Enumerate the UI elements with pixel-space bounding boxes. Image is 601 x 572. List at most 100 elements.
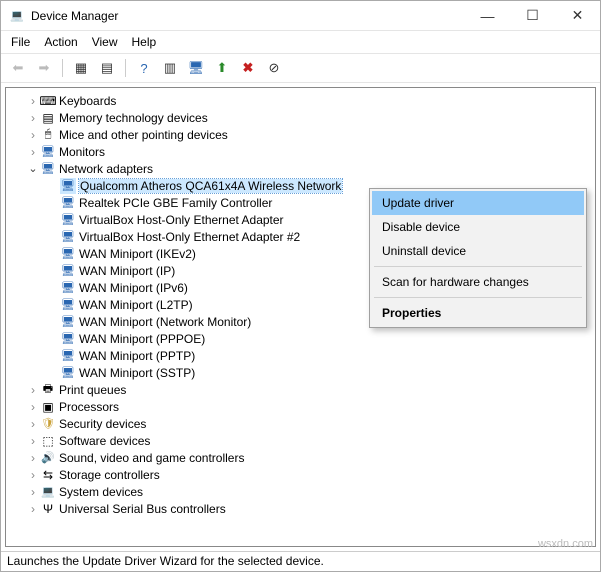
context-item-label: Uninstall device xyxy=(382,244,466,258)
usb-icon xyxy=(40,501,56,517)
status-text: Launches the Update Driver Wizard for th… xyxy=(7,554,324,568)
expand-icon[interactable] xyxy=(26,383,40,397)
network-adapter-icon xyxy=(60,178,76,194)
tree-label: Storage controllers xyxy=(59,468,160,482)
tree-label: WAN Miniport (SSTP) xyxy=(79,366,195,380)
network-icon xyxy=(40,161,56,177)
expand-icon[interactable] xyxy=(26,434,40,448)
network-adapter-icon xyxy=(60,229,76,245)
tree-category-network-adapters[interactable]: Network adapters xyxy=(6,160,595,177)
list-icon: ▤ xyxy=(101,60,113,76)
security-icon xyxy=(40,416,56,432)
tree-category-print-queues[interactable]: Print queues xyxy=(6,381,595,398)
tree-category-memory[interactable]: Memory technology devices xyxy=(6,109,595,126)
context-update-driver[interactable]: Update driver xyxy=(372,191,584,215)
collapse-icon[interactable] xyxy=(26,162,40,175)
tree-label: Monitors xyxy=(59,145,105,159)
scan-hardware-button[interactable]: 🖥 xyxy=(185,57,207,79)
view-button[interactable]: ▤ xyxy=(96,57,118,79)
mouse-icon xyxy=(40,127,56,143)
printer-icon xyxy=(40,382,56,398)
processor-icon xyxy=(40,399,56,415)
context-scan-hardware[interactable]: Scan for hardware changes xyxy=(372,270,584,294)
device-tree[interactable]: Keyboards Memory technology devices Mice… xyxy=(5,87,596,547)
uninstall-button[interactable]: ✖ xyxy=(237,57,259,79)
network-adapter-icon xyxy=(60,195,76,211)
expand-icon[interactable] xyxy=(26,111,40,125)
context-properties[interactable]: Properties xyxy=(372,301,584,325)
expand-icon[interactable] xyxy=(26,502,40,516)
tree-category-storage[interactable]: Storage controllers xyxy=(6,466,595,483)
expand-icon[interactable] xyxy=(26,485,40,499)
tree-label: Memory technology devices xyxy=(59,111,208,125)
memory-icon xyxy=(40,110,56,126)
help-icon: ? xyxy=(140,61,147,76)
menu-view[interactable]: View xyxy=(92,35,118,49)
forward-icon: ➡ xyxy=(39,60,50,76)
tree-label: WAN Miniport (L2TP) xyxy=(79,298,193,312)
tree-label: Realtek PCIe GBE Family Controller xyxy=(79,196,272,210)
tree-category-sound[interactable]: Sound, video and game controllers xyxy=(6,449,595,466)
tree-category-monitors[interactable]: Monitors xyxy=(6,143,595,160)
tree-label: Software devices xyxy=(59,434,150,448)
statusbar: Launches the Update Driver Wizard for th… xyxy=(1,551,600,571)
minimize-button[interactable]: — xyxy=(465,1,510,30)
disable-button[interactable]: ⊘ xyxy=(263,57,285,79)
software-icon xyxy=(40,433,56,449)
network-adapter-icon xyxy=(60,246,76,262)
context-menu: Update driver Disable device Uninstall d… xyxy=(369,188,587,328)
tree-category-software[interactable]: Software devices xyxy=(6,432,595,449)
tree-label: Network adapters xyxy=(59,162,153,176)
toolbar-separator xyxy=(125,59,126,77)
system-icon xyxy=(40,484,56,500)
app-icon xyxy=(9,8,25,24)
tree-category-keyboards[interactable]: Keyboards xyxy=(6,92,595,109)
tree-label: WAN Miniport (IKEv2) xyxy=(79,247,196,261)
tree-category-usb[interactable]: Universal Serial Bus controllers xyxy=(6,500,595,517)
menu-file[interactable]: File xyxy=(11,35,30,49)
show-hidden-button[interactable]: ▦ xyxy=(70,57,92,79)
properties-icon: ▥ xyxy=(164,60,176,76)
back-button[interactable]: ⬅ xyxy=(7,57,29,79)
disable-icon: ⊘ xyxy=(269,60,280,76)
menu-help[interactable]: Help xyxy=(132,35,157,49)
expand-icon[interactable] xyxy=(26,451,40,465)
tree-category-processors[interactable]: Processors xyxy=(6,398,595,415)
menubar: File Action View Help xyxy=(1,31,600,53)
tree-device-wan-sstp[interactable]: WAN Miniport (SSTP) xyxy=(6,364,595,381)
expand-icon[interactable] xyxy=(26,468,40,482)
tree-label: WAN Miniport (PPTP) xyxy=(79,349,195,363)
context-item-label: Update driver xyxy=(382,196,454,210)
expand-icon[interactable] xyxy=(26,400,40,414)
network-adapter-icon xyxy=(60,331,76,347)
context-separator xyxy=(374,266,582,267)
expand-icon[interactable] xyxy=(26,94,40,108)
tree-label: Keyboards xyxy=(59,94,116,108)
context-disable-device[interactable]: Disable device xyxy=(372,215,584,239)
network-adapter-icon xyxy=(60,280,76,296)
context-uninstall-device[interactable]: Uninstall device xyxy=(372,239,584,263)
keyboard-icon xyxy=(40,93,56,109)
delete-icon: ✖ xyxy=(243,60,254,76)
context-item-label: Scan for hardware changes xyxy=(382,275,529,289)
forward-button[interactable]: ➡ xyxy=(33,57,55,79)
update-driver-button[interactable]: ⬆ xyxy=(211,57,233,79)
network-adapter-icon xyxy=(60,297,76,313)
network-adapter-icon xyxy=(60,314,76,330)
close-button[interactable]: ✕ xyxy=(555,1,600,30)
tree-category-security[interactable]: Security devices xyxy=(6,415,595,432)
properties-button[interactable]: ▥ xyxy=(159,57,181,79)
help-button[interactable]: ? xyxy=(133,57,155,79)
expand-icon[interactable] xyxy=(26,145,40,159)
expand-icon[interactable] xyxy=(26,128,40,142)
tree-category-mice[interactable]: Mice and other pointing devices xyxy=(6,126,595,143)
network-adapter-icon xyxy=(60,212,76,228)
network-adapter-icon xyxy=(60,348,76,364)
tree-label: WAN Miniport (PPPOE) xyxy=(79,332,205,346)
tree-device-wan-pptp[interactable]: WAN Miniport (PPTP) xyxy=(6,347,595,364)
maximize-button[interactable]: ☐ xyxy=(510,1,555,30)
expand-icon[interactable] xyxy=(26,417,40,431)
menu-action[interactable]: Action xyxy=(44,35,77,49)
tree-category-system[interactable]: System devices xyxy=(6,483,595,500)
tree-device-wan-pppoe[interactable]: WAN Miniport (PPPOE) xyxy=(6,330,595,347)
